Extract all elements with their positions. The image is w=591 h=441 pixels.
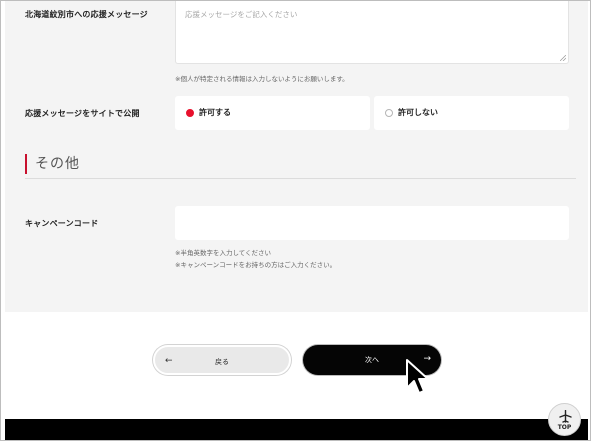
mouse-pointer-icon bbox=[406, 359, 429, 394]
publish-label: 応援メッセージをサイトで公開 bbox=[25, 109, 140, 118]
resize-handle-icon[interactable] bbox=[560, 55, 566, 61]
campaign-note-2: ※キャンペーンコードをお持ちの方はご入力ください。 bbox=[175, 261, 337, 269]
campaign-code-input[interactable] bbox=[175, 206, 569, 240]
airplane-icon bbox=[559, 410, 572, 423]
message-textarea[interactable]: 応援メッセージをご記入ください bbox=[175, 1, 569, 64]
top-button[interactable]: TOP bbox=[548, 403, 581, 436]
back-button-label: 戻る bbox=[215, 358, 229, 366]
page-frame: 北海道紋別市への応援メッセージ 応援メッセージをご記入ください ※個人が特定され… bbox=[0, 0, 591, 441]
top-button-label: TOP bbox=[557, 424, 572, 431]
radio-deny[interactable]: 許可しない bbox=[374, 96, 569, 130]
radio-allow-label: 許可する bbox=[199, 108, 231, 117]
radio-deny-label: 許可しない bbox=[398, 108, 438, 117]
campaign-code-label: キャンペーンコード bbox=[25, 219, 99, 228]
footer-bar bbox=[5, 419, 588, 440]
message-placeholder: 応援メッセージをご記入ください bbox=[185, 10, 298, 19]
radio-unselected-icon bbox=[385, 109, 393, 117]
radio-selected-icon bbox=[186, 109, 194, 117]
message-label: 北海道紋別市への応援メッセージ bbox=[25, 10, 148, 19]
form-area: 北海道紋別市への応援メッセージ 応援メッセージをご記入ください ※個人が特定され… bbox=[5, 1, 588, 312]
section-title: その他 bbox=[35, 156, 80, 172]
section-divider bbox=[25, 178, 576, 179]
back-button[interactable]: ← 戻る bbox=[153, 345, 291, 375]
radio-allow[interactable]: 許可する bbox=[175, 96, 370, 130]
section-accent-bar bbox=[25, 154, 27, 174]
campaign-note-1: ※半角英数字を入力してください bbox=[175, 249, 272, 257]
message-note: ※個人が特定される情報は入力しないようにお願いします。 bbox=[175, 75, 349, 83]
